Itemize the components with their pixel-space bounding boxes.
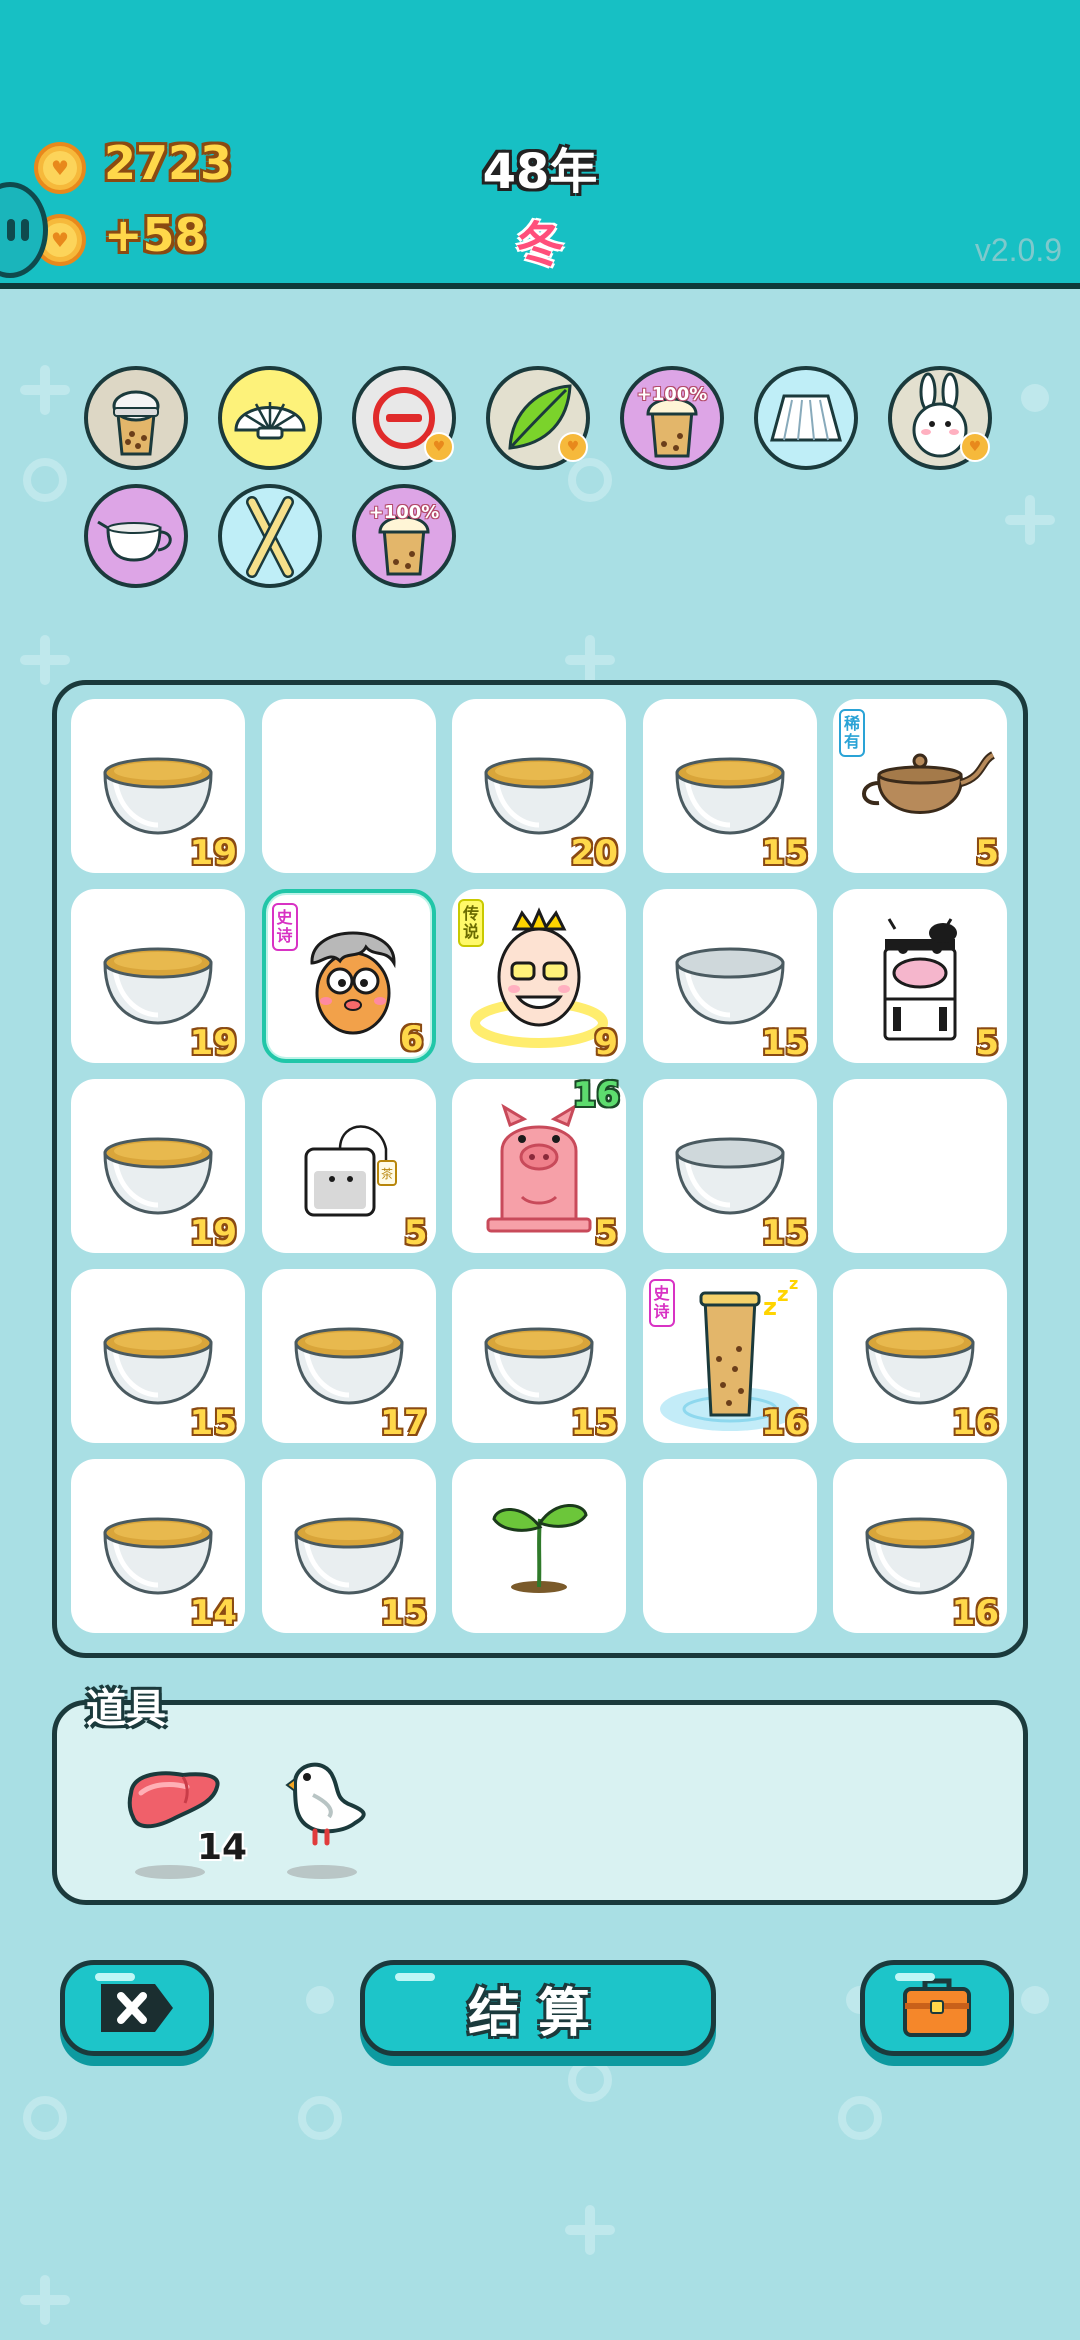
board-cell-tea-bowl[interactable]: 19 [71, 889, 245, 1063]
season-label: 冬 [515, 217, 564, 273]
heart-badge-icon: ♥ [558, 432, 588, 462]
cup-boost-buff[interactable]: +100% [620, 366, 724, 470]
header-divider [0, 283, 1080, 289]
board-cell-tea-bowl[interactable]: 20 [452, 699, 626, 873]
cell-count: 6 [399, 1019, 424, 1059]
rarity-tag: 传说 [458, 899, 484, 947]
cell-count: 14 [189, 1593, 237, 1633]
side-menu-button[interactable] [0, 182, 48, 278]
items-title: 道具 [86, 1686, 166, 1732]
coin-icon: ♥ [34, 142, 86, 194]
bird-icon [285, 1762, 366, 1846]
board-cell-empty[interactable] [833, 1079, 1007, 1253]
straws-icon [246, 496, 294, 578]
sprout-icon [492, 1503, 588, 1593]
heart-badge-icon: ♥ [424, 432, 454, 462]
board-cell-empty[interactable] [261, 699, 436, 873]
milk-jug-buff[interactable] [84, 484, 188, 588]
cell-count: 15 [761, 1213, 809, 1253]
board-cell-old-man-character[interactable]: 史诗 6 [261, 889, 436, 1063]
cell-count: 15 [570, 1403, 618, 1443]
exit-button[interactable] [60, 1960, 214, 2056]
board-cell-tea-bowl[interactable]: 15 [642, 699, 817, 873]
board-cell-teapot[interactable]: 稀有 5 [833, 699, 1007, 873]
milk-jug-icon [97, 520, 172, 562]
cell-count: 19 [189, 1213, 237, 1253]
board-cell-tea-bowl[interactable]: 14 [71, 1459, 245, 1633]
board-cell-tea-bowl[interactable]: 15 [71, 1269, 245, 1443]
shell-icon [234, 402, 306, 440]
item-shadow [135, 1865, 205, 1879]
board-cell-tea-bowl[interactable]: 17 [261, 1269, 436, 1443]
straws-buff[interactable] [218, 484, 322, 588]
close-icon [101, 1984, 173, 2032]
board-cell-king-character[interactable]: 传说 9 [452, 889, 626, 1063]
cell-count: 19 [189, 833, 237, 873]
skirt-icon [770, 394, 842, 442]
game-board: 19 20 15 稀有 5 19 史诗 6 传说 9 15 5 19 茶 5 5 16 15 15 17 15 z z z 史诗… [52, 680, 1028, 1658]
board-cell-pig[interactable]: 5 16 [452, 1075, 626, 1253]
cell-count: 16 [951, 1403, 999, 1443]
cell-count: 16 [951, 1593, 999, 1633]
bird-item[interactable] [265, 1743, 385, 1883]
buff-bonus-label: +100% [636, 384, 708, 405]
inventory-button[interactable] [860, 1960, 1014, 2056]
rarity-tag: 史诗 [271, 903, 298, 951]
cell-count: 20 [570, 833, 618, 873]
svg-text:z: z [763, 1293, 777, 1321]
svg-text:茶: 茶 [380, 1166, 392, 1181]
bubble-tea-lid-buff[interactable] [84, 366, 188, 470]
cell-count: 5 [975, 1023, 999, 1063]
cell-count: 15 [761, 1023, 809, 1063]
board-cell-cow[interactable]: 5 [833, 889, 1007, 1063]
board-cell-empty[interactable] [642, 1459, 817, 1633]
skirt-buff[interactable] [754, 366, 858, 470]
top-bar: ♥ 2723 ♥ +58 48年 冬 v2.0.9 [0, 0, 1080, 283]
cell-count: 5 [403, 1213, 428, 1253]
board-cell-empty-bowl[interactable]: 15 [642, 889, 817, 1063]
items-panel: 14 [52, 1700, 1028, 1905]
board-cell-tea-bowl[interactable]: 16 [833, 1269, 1007, 1443]
liver-count: 14 [197, 1827, 248, 1868]
board-cell-empty-bowl[interactable]: 15 [642, 1079, 817, 1253]
cup-boost-2-buff[interactable]: +100% [352, 484, 456, 588]
svg-text:z: z [777, 1282, 789, 1306]
buff-bonus-label: +100% [368, 502, 440, 523]
settle-button[interactable]: 结算 [360, 1960, 716, 2056]
year-label: 48年 [482, 144, 598, 200]
cell-count: 15 [189, 1403, 237, 1443]
cell-count: 17 [380, 1403, 428, 1443]
rarity-tag: 史诗 [648, 1279, 675, 1327]
item-shadow [287, 1865, 357, 1879]
cell-count: 5 [594, 1213, 618, 1253]
coin-total: 2723 [104, 136, 233, 190]
board-cell-tea-bowl[interactable]: 16 [833, 1459, 1007, 1633]
bubble-tea-lid-icon [112, 390, 160, 456]
settle-button-label: 结算 [467, 1983, 608, 2044]
board-cell-tea-bag[interactable]: 茶5 [261, 1079, 436, 1253]
cell-bonus-count: 16 [572, 1075, 620, 1115]
cell-count: 9 [594, 1023, 618, 1063]
cell-count: 5 [975, 833, 999, 873]
board-cell-tea-bowl[interactable]: 15 [261, 1459, 436, 1633]
cell-count: 15 [761, 833, 809, 873]
svg-text:z: z [789, 1274, 798, 1293]
board-cell-boba-cup[interactable]: z z z 史诗 16 [642, 1269, 817, 1443]
shell-buff[interactable] [218, 366, 322, 470]
version-label: v2.0.9 [974, 232, 1062, 268]
heart-badge-icon: ♥ [960, 432, 990, 462]
cell-count: 15 [380, 1593, 428, 1633]
cell-count: 16 [761, 1403, 809, 1443]
rarity-tag: 稀有 [839, 709, 865, 757]
board-cell-tea-bowl[interactable]: 19 [71, 699, 245, 873]
board-cell-tea-bowl[interactable]: 15 [452, 1269, 626, 1443]
board-cell-sprout[interactable] [452, 1459, 626, 1633]
briefcase-icon [903, 1978, 971, 2037]
board-cell-tea-bowl[interactable]: 19 [71, 1079, 245, 1253]
coin-income: +58 [104, 208, 207, 262]
cell-count: 19 [189, 1023, 237, 1063]
